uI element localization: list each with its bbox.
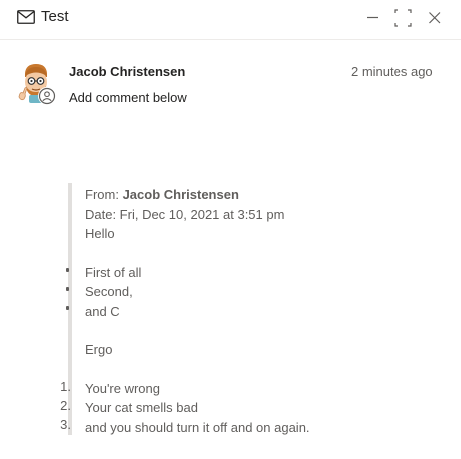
quote-middle: Ergo	[85, 342, 113, 357]
minimize-icon	[367, 16, 378, 19]
from-label: From:	[85, 187, 119, 202]
list-number: 3.	[60, 417, 71, 432]
comment-text: Add comment below	[69, 90, 187, 105]
title-bar: Test	[0, 0, 461, 40]
comment-timestamp: 2 minutes ago	[351, 64, 433, 79]
numbered-item: Your cat smells bad	[85, 400, 198, 415]
quoted-message: From: Jacob Christensen Date: Fri, Dec 1…	[85, 185, 310, 437]
numbered-item: and you should turn it off and on again.	[85, 419, 310, 435]
bullet-item: Second,	[85, 284, 133, 299]
expand-icon	[394, 9, 412, 27]
quote-date-line: Date: Fri, Dec 10, 2021 at 3:51 pm	[85, 206, 285, 222]
maximize-button[interactable]	[392, 7, 414, 29]
from-name: Jacob Christensen	[122, 187, 239, 202]
numbered-item: You're wrong	[85, 380, 160, 396]
bullet-marker	[66, 268, 69, 272]
mail-icon	[17, 10, 35, 24]
bullet-item: First of all	[85, 264, 142, 280]
quote-greeting: Hello	[85, 226, 115, 241]
list-number: 2.	[60, 398, 71, 413]
bullet-item: and C	[85, 303, 120, 319]
bullet-marker	[66, 306, 69, 310]
minimize-button[interactable]	[362, 7, 384, 29]
close-button[interactable]	[424, 7, 446, 29]
user-badge-icon	[38, 87, 56, 105]
window-title: Test	[41, 8, 69, 25]
bullet-marker	[66, 287, 69, 291]
list-number: 1.	[60, 379, 71, 394]
quote-from-line: From: Jacob Christensen	[85, 185, 310, 205]
comment-author[interactable]: Jacob Christensen	[69, 64, 185, 79]
close-icon	[429, 12, 441, 24]
